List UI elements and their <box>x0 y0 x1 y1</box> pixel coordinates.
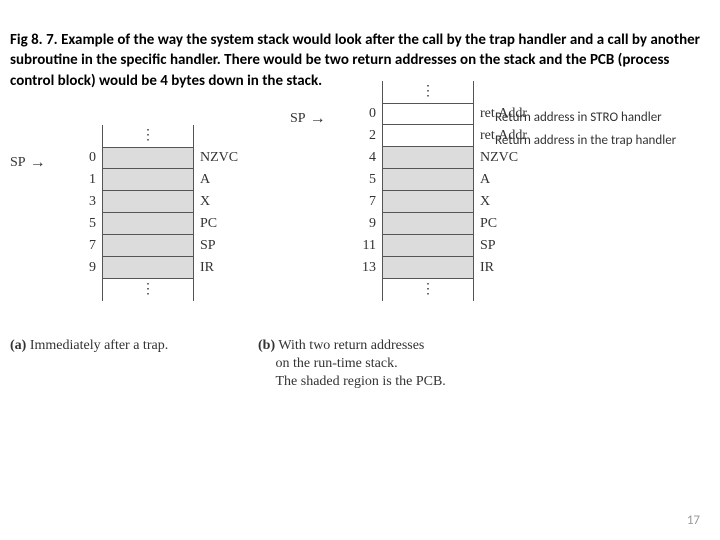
offset-label: 2 <box>360 128 382 144</box>
row-label: IR <box>474 260 494 276</box>
subcaption-b-l1: With two return addresses <box>278 338 424 353</box>
subcaption-a-bold: (a) <box>10 338 26 353</box>
offset-label: 11 <box>360 238 382 254</box>
subcaption-b-bold: (b) <box>258 338 275 353</box>
annotation-trap: Return address in the trap handler <box>495 133 676 148</box>
row-label: SP <box>474 238 496 254</box>
sp-pointer-a: SP → <box>10 155 50 171</box>
row-label: X <box>194 194 210 210</box>
offset-label: 0 <box>360 106 382 122</box>
row-label: PC <box>194 216 217 232</box>
offset-label: 3 <box>80 194 102 210</box>
subcaption-b: (b) With two return addresses on the run… <box>258 337 446 392</box>
subcaption-b-l2: on the run-time stack. <box>276 356 398 371</box>
offset-label: 5 <box>360 172 382 188</box>
annotation-stro: Return address in STRO handler <box>495 110 662 125</box>
row-label: PC <box>474 216 497 232</box>
offset-label: 0 <box>80 150 102 166</box>
row-label: IR <box>194 260 214 276</box>
row-label: A <box>474 172 490 188</box>
figure-caption: Fig 8. 7. Example of the way the system … <box>10 30 705 91</box>
offset-label: 9 <box>360 216 382 232</box>
vdots-icon: ⋮ <box>141 288 155 292</box>
row-label: SP <box>194 238 216 254</box>
arrow-right-icon: → <box>310 111 326 127</box>
offset-label: 7 <box>80 238 102 254</box>
subcaption-a-text: Immediately after a trap. <box>30 338 168 353</box>
row-label: A <box>194 172 210 188</box>
offset-label: 9 <box>80 260 102 276</box>
offset-label: 7 <box>360 194 382 210</box>
page-number: 17 <box>687 513 700 528</box>
offset-label: 5 <box>80 216 102 232</box>
row-label: NZVC <box>474 150 518 166</box>
arrow-right-icon: → <box>30 155 46 171</box>
row-label: X <box>474 194 490 210</box>
vdots-icon: ⋮ <box>421 90 435 94</box>
sp-label: SP <box>10 155 26 171</box>
offset-label: 13 <box>360 260 382 276</box>
subcaption-b-l3: The shaded region is the PCB. <box>276 374 446 389</box>
sp-label: SP <box>290 111 306 127</box>
offset-label: 4 <box>360 150 382 166</box>
vdots-icon: ⋮ <box>141 134 155 138</box>
row-label: NZVC <box>194 150 238 166</box>
sp-pointer-b: SP → <box>290 111 330 127</box>
offset-label: 1 <box>80 172 102 188</box>
vdots-icon: ⋮ <box>421 288 435 292</box>
subcaption-a: (a) Immediately after a trap. <box>10 337 168 355</box>
